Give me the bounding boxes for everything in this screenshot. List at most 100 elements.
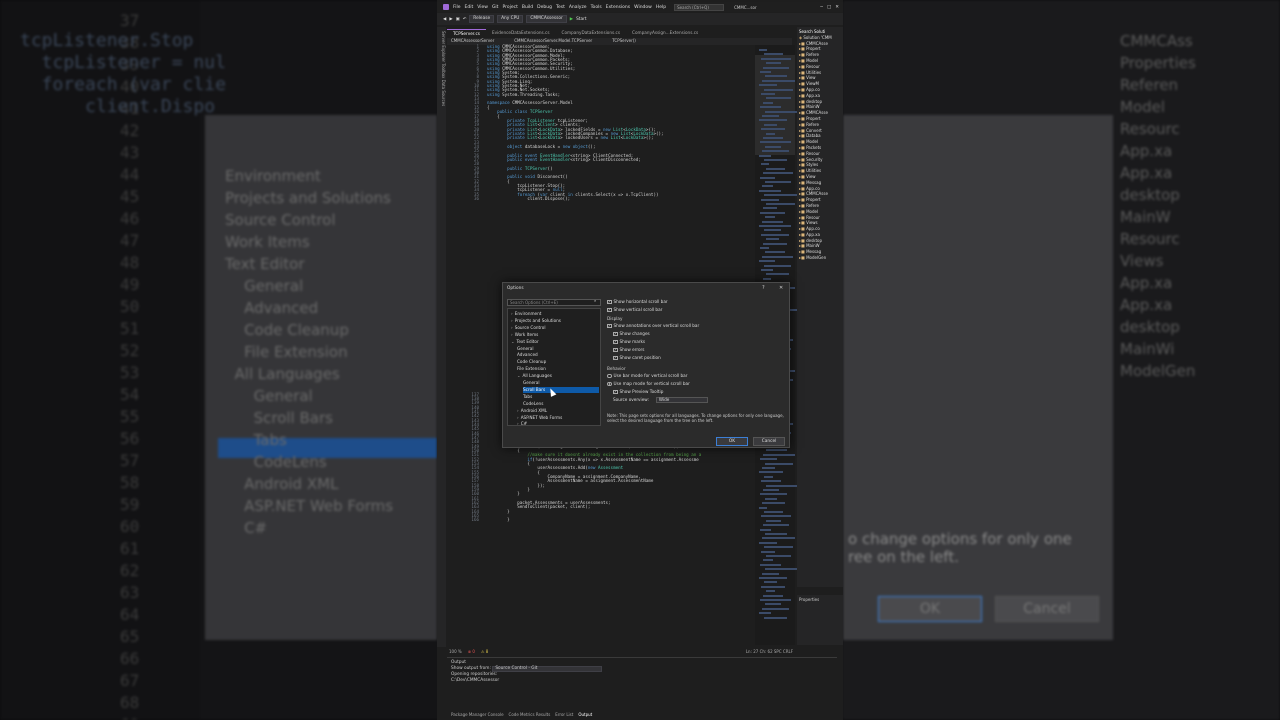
document-tab[interactable]: TCPServer.cs (447, 29, 486, 38)
expand-arrow-icon[interactable]: › (511, 325, 513, 330)
start-icon[interactable]: ▶ (570, 17, 573, 22)
platform-select[interactable]: Any CPU (497, 15, 524, 23)
expand-arrow-icon[interactable]: › (517, 415, 519, 420)
forward-icon[interactable]: ▶ (449, 17, 452, 22)
bottom-tab[interactable]: Code Metrics Results (509, 712, 551, 720)
start-button-label[interactable]: Start (576, 17, 587, 22)
options-tree-item[interactable]: Advanced (517, 352, 599, 358)
options-tree-item[interactable]: Scroll Bars (523, 386, 599, 393)
checkbox[interactable]: ✓ (613, 389, 618, 395)
menu-edit[interactable]: Edit (465, 5, 474, 10)
checkbox[interactable]: ✓ (607, 307, 612, 313)
menu-project[interactable]: Project (502, 5, 517, 10)
expand-arrow-icon[interactable]: › (511, 332, 513, 337)
minimap-line (762, 185, 773, 188)
bottom-tab[interactable]: Error List (555, 712, 573, 720)
menu-debug[interactable]: Debug (537, 5, 552, 10)
expand-arrow-icon[interactable]: › (511, 311, 513, 316)
options-tree-item[interactable]: › Work Items (511, 332, 599, 338)
menu-help[interactable]: Help (656, 5, 666, 10)
checkbox[interactable]: ✓ (607, 323, 612, 329)
option-row[interactable]: Use bar mode for vertical scroll bar (607, 373, 687, 379)
expand-arrow-icon[interactable]: › (517, 421, 519, 425)
nav-member[interactable]: TCPServer() (612, 38, 636, 45)
options-tree-item[interactable]: File Extension (517, 366, 599, 372)
menu-git[interactable]: Git (492, 5, 499, 10)
options-tree-item[interactable]: ⌄ Text Editor (511, 339, 599, 345)
option-row[interactable]: ✓ Show caret position (613, 355, 661, 361)
output-source-select[interactable]: Source Control - Git (492, 666, 603, 672)
checkbox[interactable]: ✓ (613, 347, 618, 353)
back-icon[interactable]: ◀ (443, 17, 446, 22)
menu-file[interactable]: File (453, 5, 461, 10)
menu-tools[interactable]: Tools (591, 5, 602, 10)
options-search-input[interactable]: Search Options (Ctrl+E) (507, 299, 601, 306)
search-input[interactable]: Search (Ctrl+Q) (674, 3, 725, 11)
warning-count[interactable]: ⚠ 8 (481, 649, 488, 654)
configuration-select[interactable]: Release (469, 15, 495, 23)
maximize-icon[interactable]: □ (827, 5, 831, 10)
bottom-tab[interactable]: Output (578, 712, 592, 720)
options-tree-item[interactable]: CodeLens (523, 401, 599, 407)
option-row[interactable]: ✓ Show errors (613, 347, 644, 353)
expand-arrow-icon[interactable]: › (517, 408, 519, 413)
ok-button[interactable]: OK (716, 437, 748, 446)
menu-extensions[interactable]: Extensions (606, 5, 630, 10)
options-tree-item[interactable]: General (517, 346, 599, 352)
options-tree-item[interactable]: › ASP.NET Web Forms (517, 415, 599, 421)
menu-build[interactable]: Build (522, 5, 533, 10)
solution-item-label: CMMCAsse (806, 191, 828, 197)
option-row[interactable]: ✓ Show vertical scroll bar (607, 307, 662, 313)
menu-test[interactable]: Test (556, 5, 565, 10)
document-tab[interactable]: CompanyDataExtensions.cs (556, 29, 626, 38)
option-row[interactable]: ✓ Show horizontal scroll bar (607, 299, 668, 305)
cancel-button[interactable]: Cancel (753, 437, 785, 446)
option-row[interactable]: ✓ Show Preview Tooltip (613, 389, 663, 395)
radio-bar-mode[interactable] (607, 373, 612, 379)
expand-arrow-icon[interactable]: › (511, 318, 513, 323)
expand-arrow-icon[interactable]: ⌄ (517, 373, 521, 378)
menu-view[interactable]: View (477, 5, 488, 10)
output-text: Opening repositories: C:\Dev\CMMCAssessor (451, 672, 833, 684)
menu-analyze[interactable]: Analyze (569, 5, 587, 10)
side-tool-strip[interactable]: Server Explorer Toolbox Data Sources (437, 27, 446, 647)
zoom-level[interactable]: 100 % (449, 649, 462, 654)
search-icon[interactable]: ⌕ (594, 298, 596, 303)
checkbox[interactable]: ✓ (613, 355, 618, 361)
startup-project-select[interactable]: CMMCAssessor (526, 15, 567, 23)
options-tree-item[interactable]: › Environment (511, 311, 599, 317)
options-tree-item[interactable]: › Projects and Solutions (511, 318, 599, 324)
checkbox[interactable]: ✓ (613, 331, 618, 337)
save-icon[interactable]: ▣ (456, 17, 460, 22)
menu-window[interactable]: Window (634, 5, 652, 10)
options-tree-item[interactable]: › Source Control (511, 325, 599, 331)
radio-map-mode[interactable] (607, 381, 612, 387)
option-row[interactable]: ✓ Show marks (613, 339, 645, 345)
options-tree-item[interactable]: › Android XML (517, 408, 599, 414)
solution-item[interactable]: ▸■ ModelGen (799, 255, 843, 261)
undo-icon[interactable]: ↶ (463, 17, 467, 22)
checkbox[interactable]: ✓ (613, 339, 618, 345)
options-tree-item[interactable]: Tabs (523, 394, 599, 400)
options-tree-item[interactable]: Code Cleanup (517, 359, 599, 365)
close-icon[interactable]: ✕ (835, 5, 839, 10)
minimize-icon[interactable]: ─ (820, 5, 823, 10)
checkbox[interactable]: ✓ (607, 299, 612, 305)
dialog-close-icon[interactable]: ✕ (779, 285, 783, 291)
document-tab[interactable]: EvidenceDataExtensions.cs (486, 29, 556, 38)
source-overview-select[interactable]: Wide (655, 397, 708, 403)
option-row[interactable]: Use map mode for vertical scroll bar (607, 381, 690, 387)
options-tree[interactable]: › Environment › Projects and Solutions › Sour… (507, 308, 601, 426)
options-tree-item[interactable]: ⌄ All Languages (517, 373, 599, 379)
minimap-viewport[interactable] (755, 55, 795, 155)
options-tree-item[interactable]: General (523, 380, 599, 386)
bottom-tab[interactable]: Package Manager Console (451, 712, 504, 720)
option-row[interactable]: ✓ Show annotations over vertical scroll b… (607, 323, 699, 329)
expand-arrow-icon[interactable]: ⌄ (511, 339, 515, 344)
option-row[interactable]: ✓ Show changes (613, 331, 650, 337)
document-tab[interactable]: CompanyAssign...Extensions.cs (626, 29, 704, 38)
tree-scrollbar[interactable] (600, 309, 601, 339)
error-count[interactable]: ⊗ 0 (468, 649, 475, 654)
help-icon[interactable]: ? (762, 285, 765, 291)
options-tree-item[interactable]: › C# (517, 421, 599, 425)
